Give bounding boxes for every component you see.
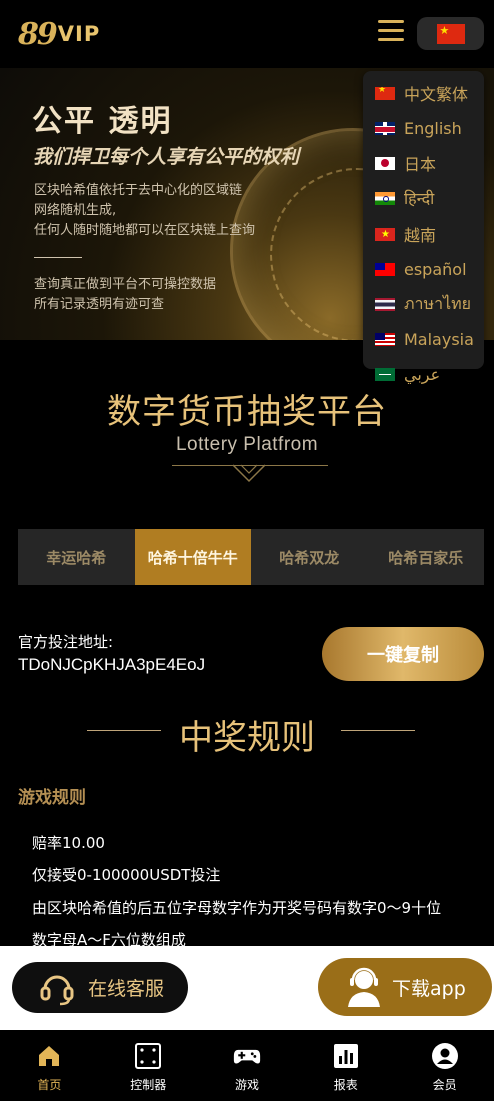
game-tabs: 幸运哈希 哈希十倍牛牛 哈希双龙 哈希百家乐 [18,529,484,585]
online-service-button[interactable]: 在线客服 [12,962,188,1013]
nav-item-report[interactable]: 报表 [296,1030,395,1101]
nav-label: 会员 [432,1078,457,1092]
nav-label: 控制器 [130,1078,167,1092]
language-label: 中文繁体 [404,85,469,104]
banner-description-2: 查询真正做到平台不可操控数据 所有记录透明有迹可查 [34,275,216,315]
hamburger-menu-icon[interactable] [378,20,404,42]
tab-hash-baccarat[interactable]: 哈希百家乐 [368,529,485,585]
bottom-navigation: 首页 控制器 游戏 报表 会员 [0,1030,494,1101]
banner-subtitle: 我们捍卫每个人享有公平的权利 [33,146,300,168]
nav-item-games[interactable]: 游戏 [198,1030,297,1101]
home-icon [39,1046,60,1066]
flag-tw-icon [375,262,395,276]
language-option-es[interactable]: español [375,258,467,280]
logo[interactable]: 89 VIP [18,14,100,54]
rules-title: 中奖规则 [179,718,315,758]
tab-hash-double-dragon[interactable]: 哈希双龙 [251,529,368,585]
rule-line: 赔率10.00 [32,834,105,852]
nav-item-controller[interactable]: 控制器 [99,1030,198,1101]
language-option-ms[interactable]: Malaysia [375,328,474,350]
logo-number: 89 [18,16,58,52]
banner-line: 所有记录透明有迹可查 [34,297,165,312]
flag-th-icon [375,297,395,311]
nav-label: 游戏 [234,1078,259,1092]
language-label: ภาษาไทย [404,293,472,313]
banner-divider [34,257,82,258]
rule-line: 仅接受0-100000USDT投注 [32,866,221,884]
flag-in-icon [375,191,395,205]
banner-line: 网络随机生成, [34,203,117,218]
nav-item-member[interactable]: 会员 [395,1030,494,1101]
language-label: عربي [404,364,441,384]
banner-line: 任何人随时随地都可以在区块链上查询 [34,223,256,238]
gamepad-icon [233,1049,261,1064]
banner-description: 区块哈希值依托于去中心化的区域链 网络随机生成, 任何人随时随地都可以在区块链上… [34,181,255,241]
online-service-label: 在线客服 [88,978,165,1000]
language-label: 越南 [404,226,437,245]
flag-vn-icon [375,227,395,241]
tab-hash-niuniu[interactable]: 哈希十倍牛牛 [134,529,251,585]
logo-text: VIP [57,22,101,46]
flag-sa-icon [375,367,395,381]
headset-icon [40,975,74,1005]
flag-cn-icon [375,86,395,100]
chevron-down-icon [232,464,266,483]
flag-jp-icon [375,156,395,170]
support-agent-icon [348,967,380,1007]
flag-cn-icon [436,23,465,44]
platform-title: 数字货币抽奖平台 [107,392,387,432]
nav-item-home[interactable]: 首页 [0,1030,99,1101]
language-option-ar[interactable]: عربي [375,363,440,385]
platform-subtitle: Lottery Platfrom [175,434,319,455]
language-dropdown: 中文繁体 English 日本 हिन्दी 越南 español ภาษาไท… [363,71,484,384]
game-rules-heading: 游戏规则 [18,788,86,808]
language-option-en[interactable]: English [375,117,462,139]
download-app-button[interactable]: 下载app [318,958,492,1016]
flag-uk-icon [375,121,395,135]
language-label: English [404,118,462,138]
banner-title: 公平 透明 [32,104,173,139]
language-option-th[interactable]: ภาษาไทย [375,293,471,315]
language-option-vi[interactable]: 越南 [375,223,436,245]
rules-divider-right [341,730,415,731]
bet-address-label: 官方投注地址: [18,633,114,651]
copy-address-button[interactable]: 一键复制 [322,627,484,681]
tab-lucky-hash[interactable]: 幸运哈希 [18,529,135,585]
controller-icon [135,1043,162,1069]
language-label: 日本 [404,155,437,174]
language-option-hi[interactable]: हिन्दी [375,187,434,209]
banner-line: 查询真正做到平台不可操控数据 [34,277,217,292]
download-app-label: 下载app [392,977,466,1000]
language-label: español [404,259,467,279]
language-selector-button[interactable] [417,17,484,50]
language-option-ja[interactable]: 日本 [375,152,436,174]
language-label: Malaysia [404,329,474,349]
member-icon [431,1043,458,1069]
nav-label: 报表 [333,1078,358,1092]
header: 89 VIP [0,0,494,68]
flag-my-icon [375,332,395,346]
banner-line: 区块哈希值依托于去中心化的区域链 [34,183,243,198]
bet-address-value: TDoNJCpKHJA3pE4EoJ [18,655,206,674]
language-label: हिन्दी [404,189,435,208]
report-icon [333,1044,358,1068]
nav-label: 首页 [37,1078,62,1092]
language-option-zh-tw[interactable]: 中文繁体 [375,82,468,104]
rule-line: 由区块哈希值的后五位字母数字作为开奖号码有数字0～9十位 [32,899,442,917]
